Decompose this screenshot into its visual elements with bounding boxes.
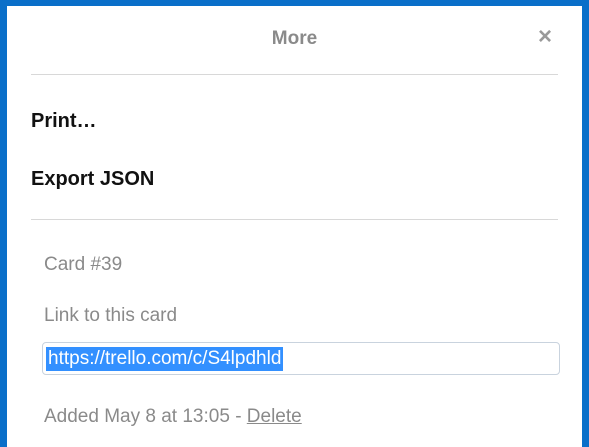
added-date-text: Added May 8 at 13:05 - xyxy=(44,406,247,427)
header-divider xyxy=(31,74,558,75)
export-json-menu-item[interactable]: Export JSON xyxy=(31,168,154,191)
more-popover: More × Print… Export JSON Card #39 Link … xyxy=(0,0,589,447)
popover-title: More xyxy=(271,28,318,49)
print-menu-item[interactable]: Print… xyxy=(31,110,97,133)
section-divider xyxy=(31,219,558,220)
card-link-selected-text[interactable]: https://trello.com/c/S4lpdhld xyxy=(46,347,284,371)
link-to-card-label: Link to this card xyxy=(44,305,178,326)
popover-header: More × xyxy=(7,6,582,76)
card-link-field[interactable]: https://trello.com/c/S4lpdhld xyxy=(42,342,560,375)
card-number-label: Card #39 xyxy=(44,254,123,275)
added-info: Added May 8 at 13:05 - Delete xyxy=(44,406,302,428)
delete-link[interactable]: Delete xyxy=(247,406,302,427)
close-icon[interactable]: × xyxy=(534,25,556,49)
